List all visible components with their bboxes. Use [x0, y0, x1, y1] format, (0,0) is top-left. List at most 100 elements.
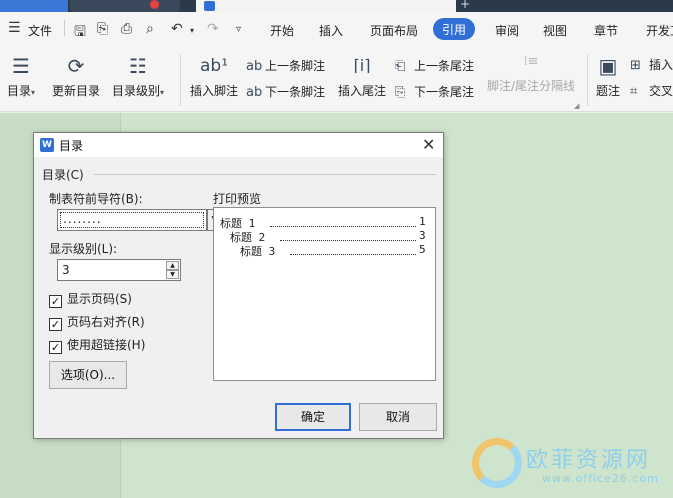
print-preview-box: 标题 1 1 标题 2 3 标题 3 5 — [213, 207, 436, 381]
insert-endnote-label: 插入尾注 — [337, 84, 386, 98]
new-tab-icon[interactable]: + — [460, 0, 470, 11]
tab-start[interactable]: 开始 — [270, 22, 294, 39]
tab-references[interactable]: 引用 — [433, 18, 476, 40]
right-align-checkbox[interactable]: ✓ 页码右对齐(R) — [49, 313, 145, 331]
leader-value: ........ — [63, 212, 102, 226]
menu-file[interactable]: 文件 — [28, 22, 52, 39]
cancel-button[interactable]: 取消 — [359, 403, 437, 431]
endnote-icon: ⌈i⌉ — [353, 56, 371, 75]
update-toc-label: 更新目录 — [51, 84, 100, 98]
tab-view[interactable]: 视图 — [543, 22, 567, 39]
hamburger-icon[interactable]: ☰ — [8, 20, 21, 36]
toc-level-icon: ☷ — [129, 54, 147, 78]
separator-button[interactable]: ⁞≡ 脚注/尾注分隔线 — [484, 54, 578, 94]
redo-icon[interactable]: ↷ — [207, 21, 219, 37]
level-value: 3 — [62, 263, 70, 277]
insert-endnote-button[interactable]: ⌈i⌉ 插入尾注 — [336, 54, 388, 99]
next-footnote-button[interactable]: ab 下一条脚注 — [246, 83, 325, 100]
print-icon[interactable]: ⎙ — [121, 21, 132, 37]
prev-endnote-button[interactable]: ⎗ 上一条尾注 — [395, 57, 474, 74]
dialog-title: 目录 — [59, 139, 84, 153]
prev-footnote-icon: ab — [246, 59, 263, 74]
toc-level-label: 目录级别 — [111, 84, 160, 98]
export-pdf-icon[interactable]: ⎘ — [97, 21, 108, 37]
watermark-name: 欧菲资源网 — [526, 448, 652, 473]
ok-button[interactable]: 确定 — [275, 403, 351, 431]
caption-icon: ▣ — [598, 54, 618, 78]
cross-reference-icon: ⌗ — [630, 84, 638, 99]
spin-down-icon[interactable]: ▼ — [166, 270, 179, 279]
divider — [64, 20, 65, 36]
right-align-label: 页码右对齐(R) — [67, 315, 145, 329]
spin-up-icon[interactable]: ▲ — [166, 261, 179, 270]
toc-button[interactable]: ☰ 目录▾ — [4, 54, 38, 99]
insert-footnote-button[interactable]: ab¹ 插入脚注 — [186, 54, 242, 99]
cross-reference-label: 交叉 — [649, 84, 673, 98]
update-toc-icon: ⟳ — [67, 54, 85, 78]
tab-document[interactable] — [196, 0, 456, 12]
prev-endnote-label: 上一条尾注 — [414, 59, 475, 73]
preview-entry-page: 1 — [419, 215, 426, 228]
leader-label: 制表符前导符(B): — [49, 192, 143, 206]
next-endnote-icon: ⎘ — [395, 85, 406, 100]
leader-dots — [280, 240, 416, 241]
document-icon — [204, 1, 215, 11]
menu-bar: ☰ 文件 🖫 ⎘ ⎙ ⌕ ↶ ▾ ↷ ▿ 开始 插入 页面布局 引用 审阅 视图… — [0, 12, 673, 48]
preview-entry-page: 3 — [419, 229, 426, 242]
separator-label: 脚注/尾注分隔线 — [486, 79, 576, 93]
update-toc-button[interactable]: ⟳ 更新目录 — [48, 54, 104, 99]
cross-reference-button[interactable]: ⌗ 交叉 — [630, 82, 673, 99]
window-tab-strip: + — [0, 0, 673, 12]
undo-dropdown-icon[interactable]: ▾ — [190, 26, 194, 35]
divider — [587, 54, 588, 106]
checkmark-icon: ✓ — [49, 318, 62, 331]
tab-review[interactable]: 审阅 — [495, 22, 519, 39]
divider — [180, 54, 181, 106]
save-icon[interactable]: 🖫 — [74, 21, 86, 45]
tab-page-layout[interactable]: 页面布局 — [370, 22, 418, 39]
prev-footnote-button[interactable]: ab 上一条脚注 — [246, 57, 325, 74]
toc-dialog: W 目录 ✕ 目录(C) 制表符前导符(B): ........ ▼ 显示级别(… — [33, 132, 444, 439]
caption-label: 题注 — [595, 84, 620, 98]
separator-icon: ⁞≡ — [523, 54, 539, 69]
footnote-icon: ab¹ — [199, 56, 229, 76]
ribbon-references: ☰ 目录▾ ⟳ 更新目录 ☷ 目录级别▾ ab¹ 插入脚注 ab 上一条脚注 ab… — [0, 48, 673, 112]
show-page-numbers-checkbox[interactable]: ✓ 显示页码(S) — [49, 290, 132, 308]
tab-chapter[interactable]: 章节 — [594, 22, 618, 39]
undo-icon[interactable]: ↶ — [171, 21, 183, 37]
caption-button[interactable]: ▣ 题注 — [592, 54, 624, 99]
quick-access-dropdown-icon[interactable]: ▿ — [236, 24, 241, 35]
insert-footnote-label: 插入脚注 — [189, 84, 238, 98]
close-icon[interactable]: ✕ — [422, 135, 435, 154]
tab-docer[interactable] — [70, 0, 180, 12]
next-footnote-icon: ab — [246, 85, 263, 100]
tab-home[interactable] — [0, 0, 68, 12]
watermark-url: www.office26.com — [542, 472, 659, 485]
leader-select[interactable]: ........ ▼ — [57, 209, 223, 231]
print-preview-icon[interactable]: ⌕ — [146, 21, 154, 37]
dialog-title-bar[interactable]: W 目录 ✕ — [34, 133, 443, 157]
level-stepper[interactable]: 3 ▲ ▼ — [57, 259, 181, 281]
level-label: 显示级别(L): — [49, 242, 118, 256]
insert-caption-label: 插入 — [649, 58, 673, 72]
tab-developer[interactable]: 开发工 — [646, 22, 673, 39]
leader-dots — [290, 254, 416, 255]
toc-level-button[interactable]: ☷ 目录级别▾ — [108, 54, 168, 99]
use-hyperlinks-checkbox[interactable]: ✓ 使用超链接(H) — [49, 336, 145, 354]
toc-label: 目录 — [6, 84, 31, 98]
show-page-numbers-label: 显示页码(S) — [67, 292, 132, 306]
insert-table-caption-button[interactable]: ⊞ 插入 — [630, 56, 673, 73]
group-divider — [94, 174, 436, 175]
options-button[interactable]: 选项(O)... — [49, 361, 127, 389]
toc-icon: ☰ — [12, 54, 30, 78]
site-watermark: 欧菲资源网 www.office26.com — [466, 436, 673, 496]
use-hyperlinks-label: 使用超链接(H) — [67, 338, 146, 352]
prev-endnote-icon: ⎗ — [395, 59, 406, 74]
prev-footnote-label: 上一条脚注 — [265, 59, 326, 73]
group-expand-icon[interactable]: ◢ — [574, 102, 579, 110]
preview-entry-text: 标题 3 — [240, 245, 276, 258]
docer-logo-icon — [150, 0, 159, 9]
watermark-logo-icon — [472, 438, 522, 488]
tab-insert[interactable]: 插入 — [319, 22, 343, 39]
next-endnote-button[interactable]: ⎘ 下一条尾注 — [395, 83, 474, 100]
